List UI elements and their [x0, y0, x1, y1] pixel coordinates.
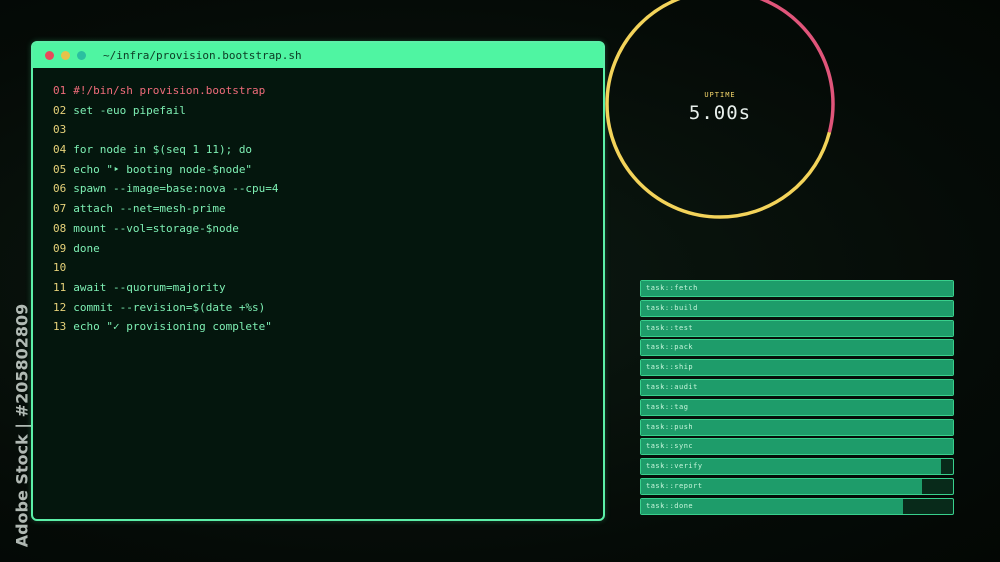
task-label: task::audit: [646, 382, 698, 391]
code-line: 11 await --quorum=majority: [53, 281, 603, 301]
line-text: await --quorum=majority: [73, 280, 226, 294]
code-line: 09 done: [53, 242, 603, 262]
task-progress-bar: task::test: [640, 319, 954, 337]
task-label: task::done: [646, 501, 694, 510]
task-progress-bar: task::ship: [640, 359, 954, 377]
line-number: 08: [53, 221, 67, 235]
line-number: 12: [53, 300, 67, 314]
line-number: 10: [53, 261, 67, 275]
task-progress-bar: task::tag: [640, 398, 954, 416]
terminal-titlebar: ~/infra/provision.bootstrap.sh: [33, 43, 603, 68]
code-line: 02 set -euo pipefail: [53, 104, 603, 124]
line-number: 03: [53, 123, 67, 137]
line-number: 11: [53, 280, 67, 294]
task-label: task::pack: [646, 343, 694, 352]
close-window-icon[interactable]: [45, 51, 54, 60]
line-text: mount --vol=storage-$node: [73, 221, 239, 235]
task-list: task::fetchtask::buildtask::testtask::pa…: [640, 280, 954, 518]
line-number: 06: [53, 182, 67, 196]
code-line: 05 echo "‣ booting node-$node": [53, 163, 603, 183]
task-label: task::sync: [646, 442, 694, 451]
line-text: set -euo pipefail: [73, 103, 186, 117]
line-number: 04: [53, 143, 67, 157]
code-line: 12 commit --revision=$(date +%s): [53, 301, 603, 321]
code-line: 04 for node in $(seq 1 11); do: [53, 143, 603, 163]
task-label: task::ship: [646, 363, 694, 372]
task-label: task::test: [646, 323, 694, 332]
line-text: for node in $(seq 1 11); do: [73, 143, 253, 157]
task-progress-bar: task::push: [640, 418, 954, 436]
uptime-value: 5.00s: [688, 102, 752, 124]
task-label: task::verify: [646, 462, 703, 471]
line-text: commit --revision=$(date +%s): [73, 300, 266, 314]
line-number: 07: [53, 202, 67, 216]
task-progress-bar: task::fetch: [640, 280, 954, 297]
task-progress-bar: task::verify: [640, 458, 954, 476]
code-line: 10: [53, 261, 603, 281]
code-line: 03: [53, 123, 603, 143]
line-number: 02: [53, 103, 67, 117]
line-number: 05: [53, 162, 67, 176]
task-label: task::push: [646, 422, 694, 431]
code-line: 01 #!/bin/sh provision.bootstrap: [53, 84, 603, 104]
maximize-window-icon[interactable]: [77, 51, 86, 60]
terminal-title: ~/infra/provision.bootstrap.sh: [103, 49, 302, 62]
task-label: task::fetch: [646, 284, 698, 292]
code-area[interactable]: 01 #!/bin/sh provision.bootstrap 02 set -eu…: [33, 68, 603, 340]
task-progress-bar: task::done: [640, 497, 954, 515]
task-progress-bar: task::sync: [640, 438, 954, 456]
code-line: 08 mount --vol=storage-$node: [53, 222, 603, 242]
watermark-text: Adobe Stock | #205802809: [12, 303, 32, 547]
line-number: 13: [53, 320, 67, 334]
task-progress-bar: task::report: [640, 477, 954, 495]
code-line: 07 attach --net=mesh-prime: [53, 202, 603, 222]
task-label: task::build: [646, 303, 698, 312]
task-progress-bar: task::build: [640, 299, 954, 317]
line-number: 09: [53, 241, 67, 255]
line-text: echo "✓ provisioning complete": [73, 320, 272, 334]
terminal-window: ~/infra/provision.bootstrap.sh 01 #!/bin/…: [31, 41, 605, 521]
line-text: echo "‣ booting node-$node": [73, 162, 253, 176]
code-line: 13 echo "✓ provisioning complete": [53, 320, 603, 340]
code-line: 06 spawn --image=base:nova --cpu=4: [53, 182, 603, 202]
minimize-window-icon[interactable]: [61, 51, 70, 60]
task-progress-bar: task::pack: [640, 339, 954, 357]
uptime-label: UPTIME: [704, 91, 736, 99]
line-text: spawn --image=base:nova --cpu=4: [73, 182, 279, 196]
task-progress-bar: task::audit: [640, 378, 954, 396]
line-text: done: [73, 241, 100, 255]
line-text: attach --net=mesh-prime: [73, 202, 226, 216]
task-label: task::tag: [646, 402, 689, 411]
line-text: #!/bin/sh provision.bootstrap: [73, 84, 266, 97]
task-label: task::report: [646, 481, 703, 490]
line-number: 01: [53, 84, 67, 97]
